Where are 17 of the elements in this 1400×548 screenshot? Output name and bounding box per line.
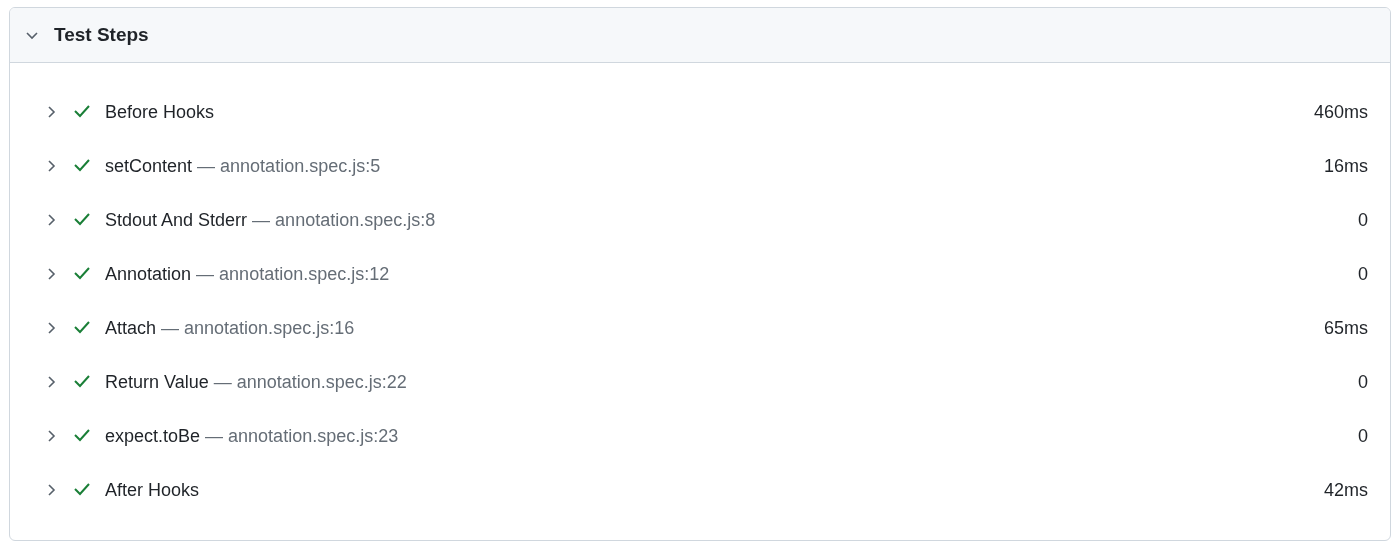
step-duration: 65ms	[1324, 317, 1368, 339]
step-duration: 0	[1358, 371, 1368, 393]
step-duration: 0	[1358, 209, 1368, 231]
panel-title: Test Steps	[54, 24, 149, 46]
step-duration: 42ms	[1324, 479, 1368, 501]
step-title: Before Hooks	[105, 101, 216, 123]
step-duration: 0	[1358, 425, 1368, 447]
step-title: expect.toBe — annotation.spec.js:23	[105, 425, 400, 447]
step-duration: 0	[1358, 263, 1368, 285]
step-duration: 460ms	[1313, 101, 1368, 123]
step-title: After Hooks	[105, 479, 201, 501]
step-title: Annotation — annotation.spec.js:12	[105, 263, 391, 285]
step-title: Return Value — annotation.spec.js:22	[105, 371, 408, 393]
step-title: Attach — annotation.spec.js:16	[105, 317, 356, 339]
step-duration: 16ms	[1324, 155, 1368, 177]
step-title: Stdout And Stderr — annotation.spec.js:8	[105, 209, 437, 231]
step-title: setContent — annotation.spec.js:5	[105, 155, 382, 177]
